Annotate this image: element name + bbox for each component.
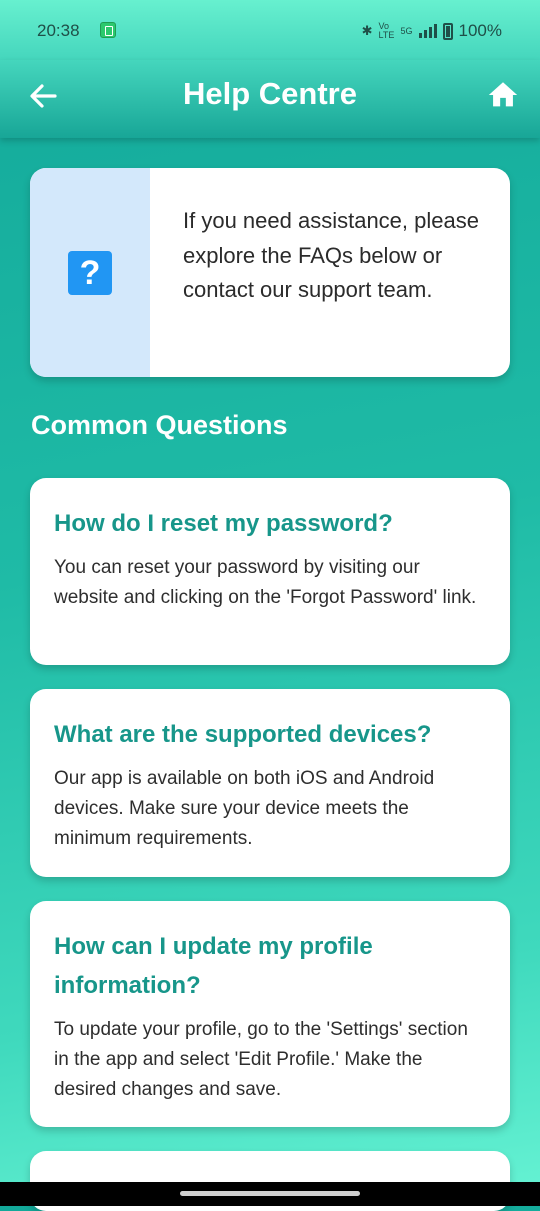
notification-app-icon (100, 22, 116, 38)
bluetooth-icon: ✱ (361, 23, 373, 38)
question-icon: ? (68, 251, 112, 295)
faq-question: How do I reset my password? (54, 510, 393, 537)
status-indicators: ✱ Vo LTE 5G 100% (362, 21, 502, 41)
status-bar: 20:38 ✱ Vo LTE 5G 100% (0, 0, 540, 60)
faq-answer: Our app is available on both iOS and And… (54, 768, 435, 849)
system-navigation-bar (0, 1182, 540, 1206)
section-title: Common Questions (31, 410, 288, 440)
status-time: 20:38 (37, 21, 80, 40)
info-text: If you need assistance, please explore t… (183, 208, 479, 302)
battery-icon (442, 22, 453, 40)
home-gesture-handle[interactable] (180, 1191, 360, 1196)
volte-indicator: Vo LTE (378, 21, 395, 40)
page-title: Help Centre (183, 76, 357, 111)
home-icon (488, 82, 518, 107)
faq-answer: To update your profile, go to the 'Setti… (54, 1019, 468, 1100)
network-type-indicator: 5G (400, 26, 413, 36)
battery-level: 100% (458, 21, 502, 40)
faq-card[interactable]: How can I update my profile information?… (30, 901, 510, 1127)
info-icon-panel: ? (30, 168, 150, 377)
faq-question: What are the supported devices? (54, 721, 432, 748)
faq-card[interactable]: What are the supported devices? Our app … (30, 689, 510, 877)
faq-card[interactable]: How do I reset my password? You can rese… (30, 478, 510, 665)
help-info-card: ? If you need assistance, please explore… (30, 168, 510, 377)
faq-answer: You can reset your password by visiting … (54, 557, 477, 608)
app-bar: Help Centre (0, 60, 540, 138)
signal-icon (418, 24, 437, 38)
home-button[interactable] (486, 78, 520, 112)
faq-question: How can I update my profile information? (54, 933, 373, 999)
